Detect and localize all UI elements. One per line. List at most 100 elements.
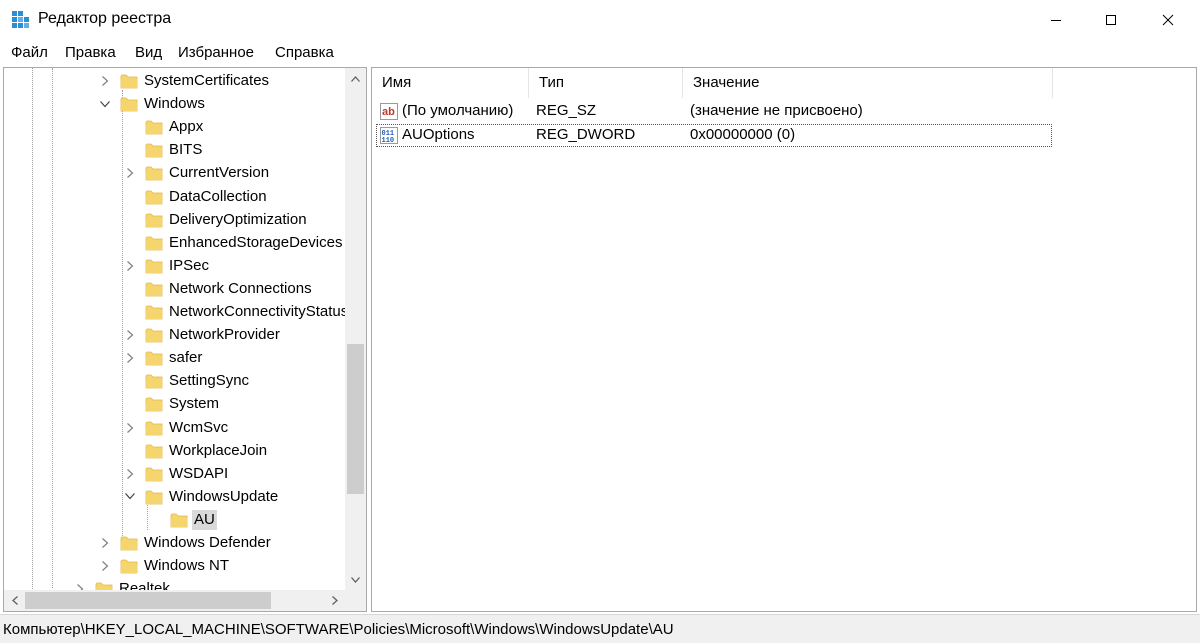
- tree-item[interactable]: EnhancedStorageDevices: [4, 232, 344, 254]
- tree-collapsed-chevron-icon[interactable]: [99, 75, 111, 87]
- tree-collapsed-chevron-icon[interactable]: [124, 468, 136, 480]
- tree-collapsed-chevron-icon[interactable]: [124, 352, 136, 364]
- menu-file[interactable]: Файл: [11, 44, 48, 61]
- tree-item[interactable]: Windows NT: [4, 555, 344, 577]
- title-bar: Редактор реестра: [0, 0, 1200, 40]
- tree-item[interactable]: DataCollection: [4, 186, 344, 208]
- tree-item[interactable]: CurrentVersion: [4, 162, 344, 184]
- tree-expanded-chevron-icon[interactable]: [124, 491, 136, 503]
- tree-item-label: DeliveryOptimization: [169, 210, 307, 228]
- tree-collapsed-chevron-icon[interactable]: [124, 329, 136, 341]
- tree-item-label: CurrentVersion: [169, 164, 270, 182]
- folder-icon: [145, 282, 163, 297]
- tree-item-label: Windows Defender: [144, 534, 271, 551]
- folder-icon: [145, 444, 163, 458]
- tree-horizontal-scroll-thumb[interactable]: [25, 592, 271, 609]
- folder-icon: [145, 190, 163, 204]
- tree-item-label: WSDAPI: [169, 464, 229, 482]
- tree-item[interactable]: Appx: [4, 116, 344, 138]
- svg-text:110: 110: [382, 137, 395, 144]
- tree-item-label: WcmSvc: [169, 418, 229, 436]
- column-header-name[interactable]: Имя: [372, 68, 529, 98]
- scroll-corner: [345, 590, 366, 611]
- tree-item[interactable]: DeliveryOptimization: [4, 209, 344, 231]
- tree-vertical-scrollbar[interactable]: [345, 68, 366, 590]
- tree-item[interactable]: SystemCertificates: [4, 70, 344, 92]
- value-row[interactable]: ab (По умолчанию) REG_SZ (значение не пр…: [376, 100, 1052, 123]
- window-title: Редактор реестра: [38, 10, 172, 27]
- tree-item-label: NetworkProvider: [169, 326, 280, 344]
- folder-icon: [145, 351, 163, 366]
- tree-item[interactable]: Network Connections: [4, 278, 344, 300]
- column-header-value[interactable]: Значение: [683, 68, 1053, 98]
- folder-icon: [145, 236, 163, 251]
- status-bar: Компьютер\HKEY_LOCAL_MACHINE\SOFTWARE\Po…: [0, 614, 1200, 643]
- scroll-up-button[interactable]: [345, 68, 366, 89]
- menu-view[interactable]: Вид: [135, 44, 162, 61]
- tree-vertical-scroll-thumb[interactable]: [347, 344, 364, 494]
- tree-item-label: AU: [192, 509, 217, 530]
- tree-item-label: IPSec: [169, 256, 210, 274]
- tree-item[interactable]: AU: [4, 509, 344, 531]
- column-header-type[interactable]: Тип: [529, 68, 683, 98]
- folder-icon: [120, 559, 138, 574]
- tree-item[interactable]: BITS: [4, 139, 344, 161]
- tree-collapsed-chevron-icon[interactable]: [99, 537, 111, 549]
- scroll-left-button[interactable]: [4, 590, 25, 611]
- menu-help[interactable]: Справка: [275, 44, 334, 61]
- string-value-icon: ab: [380, 103, 398, 120]
- tree-item[interactable]: WorkplaceJoin: [4, 440, 344, 462]
- binary-value-icon: 011 110: [380, 127, 398, 144]
- tree-horizontal-scrollbar[interactable]: [4, 590, 345, 611]
- tree-item[interactable]: WcmSvc: [4, 417, 344, 439]
- close-button[interactable]: [1140, 0, 1196, 40]
- tree-item-label: BITS: [169, 141, 203, 159]
- folder-icon: [145, 143, 163, 158]
- folder-icon: [120, 74, 138, 89]
- minimize-button[interactable]: [1028, 0, 1084, 40]
- tree-expanded-chevron-icon[interactable]: [99, 98, 111, 110]
- maximize-button[interactable]: [1083, 0, 1139, 40]
- folder-icon: [145, 120, 163, 135]
- tree-item[interactable]: Windows Defender: [4, 532, 344, 554]
- scroll-down-button[interactable]: [345, 569, 366, 590]
- registry-tree[interactable]: SystemCertificates Windows Appx BITS Current…: [3, 67, 367, 612]
- tree-item-label: WindowsUpdate: [169, 487, 279, 505]
- tree-item-label: Windows: [144, 95, 205, 113]
- value-row[interactable]: 011 110 AUOptions REG_DWORD 0x00000000 (…: [376, 124, 1052, 147]
- tree-item-label: DataCollection: [169, 187, 267, 205]
- folder-icon: [120, 536, 138, 551]
- tree-collapsed-chevron-icon[interactable]: [99, 560, 111, 572]
- values-list[interactable]: Имя Тип Значение ab (По умолчанию) REG_S…: [371, 67, 1197, 612]
- value-data: 0x00000000 (0): [690, 126, 796, 143]
- value-name: AUOptions: [402, 126, 475, 143]
- tree-item[interactable]: NetworkConnectivityStatusIndicator: [4, 301, 366, 323]
- tree-item[interactable]: NetworkProvider: [4, 324, 344, 346]
- tree-item[interactable]: SettingSync: [4, 370, 344, 392]
- menu-favorites[interactable]: Избранное: [178, 44, 254, 61]
- tree-collapsed-chevron-icon[interactable]: [124, 260, 136, 272]
- folder-icon: [120, 97, 138, 112]
- value-name: (По умолчанию): [402, 102, 514, 119]
- folder-icon: [145, 421, 163, 435]
- tree-item[interactable]: Windows: [4, 93, 344, 115]
- tree-item[interactable]: System: [4, 393, 344, 415]
- folder-icon: [145, 213, 163, 227]
- tree-item[interactable]: IPSec: [4, 255, 344, 277]
- tree-item-label: SettingSync: [169, 372, 250, 390]
- tree-collapsed-chevron-icon[interactable]: [124, 422, 136, 434]
- tree-item-label: SystemCertificates: [144, 72, 270, 89]
- chevron-left-icon: [11, 596, 18, 605]
- tree-item[interactable]: safer: [4, 347, 344, 369]
- chevron-up-icon: [351, 75, 360, 82]
- tree-item[interactable]: WSDAPI: [4, 463, 344, 485]
- tree-collapsed-chevron-icon[interactable]: [124, 167, 136, 179]
- value-data: (значение не присвоено): [690, 102, 863, 119]
- folder-icon: [145, 397, 163, 412]
- menu-edit[interactable]: Правка: [65, 44, 116, 61]
- tree-item-label: Appx: [169, 118, 204, 136]
- scroll-right-button[interactable]: [324, 590, 345, 611]
- tree-item[interactable]: WindowsUpdate: [4, 486, 344, 508]
- chevron-down-icon: [351, 576, 360, 583]
- folder-icon: [145, 467, 163, 482]
